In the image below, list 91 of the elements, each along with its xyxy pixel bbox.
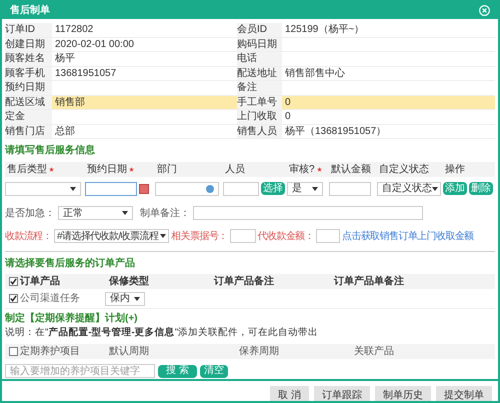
- section-title: 请选择要售后服务的订单产品: [5, 256, 136, 271]
- urgent-label: 是否加急：: [5, 206, 55, 220]
- amount-field[interactable]: [329, 182, 371, 196]
- column-header: 默认周期: [109, 344, 149, 360]
- footer-button[interactable]: 取 消: [270, 386, 309, 401]
- column-header: 订单产品: [20, 274, 60, 289]
- field-value: 总部: [55, 126, 75, 137]
- footer-button[interactable]: 订单跟踪: [314, 386, 370, 401]
- field-label: 购码日期: [237, 38, 282, 51]
- close-icon[interactable]: [479, 5, 490, 16]
- status-select[interactable]: 自定义状态: [377, 182, 441, 196]
- caret-icon: [70, 186, 76, 190]
- field-value: 1172802: [55, 24, 94, 36]
- field-value: 销售部: [55, 96, 85, 108]
- select-value: 正常: [63, 206, 83, 220]
- section-title: 制定【定期保养提醒】计划(+): [5, 311, 138, 326]
- fetch-amount-link[interactable]: 点击获取销售订单上门收取金额: [342, 228, 474, 244]
- field-label: 手工单号: [237, 96, 282, 109]
- receipt-field[interactable]: [230, 229, 256, 243]
- field-label: 销售人员: [237, 124, 282, 138]
- field-label: 创建日期: [5, 38, 52, 51]
- column-header: 默认金额: [331, 162, 371, 177]
- warranty-select[interactable]: 保内: [105, 292, 145, 306]
- note-text: 说明：在"产品配置-型号管理-更多信息"添加关联配件，可在此自动带出: [5, 326, 320, 340]
- column-header: 部门: [157, 162, 177, 177]
- select-value: #请选择代收款/收票流程: [57, 230, 158, 244]
- select-value: 保内: [110, 292, 130, 306]
- product-name: 公司渠道任务: [20, 292, 80, 306]
- payment-flow-select[interactable]: #请选择代收款/收票流程: [54, 229, 170, 243]
- field-value: 125199（杨平~）: [285, 24, 364, 36]
- column-header: 保修类型: [109, 274, 149, 289]
- field-label: 预约日期: [5, 81, 52, 94]
- caret-icon: [432, 186, 438, 190]
- column-header: 操作: [445, 163, 465, 177]
- field-label: 配送区域: [5, 96, 52, 109]
- field-value: 杨平（13681951057）: [285, 126, 386, 137]
- required-star-icon: [316, 167, 322, 172]
- checkbox[interactable]: [9, 277, 18, 286]
- column-header: 定期养护项目: [20, 344, 80, 360]
- field-label: 电话: [237, 52, 282, 66]
- caret-icon: [134, 296, 140, 300]
- field-value: 杨平: [55, 53, 75, 64]
- select-value: 是: [292, 182, 302, 196]
- field-label: 顾客姓名: [5, 52, 52, 66]
- footer-button[interactable]: 提交制单: [436, 386, 492, 401]
- caret-icon: [122, 211, 128, 215]
- field-label: 上门收取: [237, 110, 282, 124]
- field-label: 定金: [5, 110, 52, 124]
- payment-flow-label: 收款流程：: [5, 230, 52, 244]
- field-label: 配送地址: [237, 66, 282, 80]
- column-header: 预约日期: [87, 162, 127, 177]
- collect-amount-field[interactable]: [316, 229, 340, 243]
- field-label: 备注: [237, 81, 282, 94]
- field-label: 销售门店: [5, 124, 52, 138]
- footer-button[interactable]: 制单历史: [375, 386, 431, 401]
- caret-icon: [160, 234, 166, 238]
- column-header: 关联产品: [354, 344, 394, 360]
- column-header: 人员: [225, 163, 245, 177]
- field-value: 13681951057: [55, 68, 116, 79]
- column-header: 保养周期: [239, 344, 279, 360]
- urgency-select[interactable]: 正常: [58, 206, 133, 220]
- remark-label: 制单备注：: [140, 206, 190, 220]
- column-header: 自定义状态: [379, 162, 429, 177]
- field-label: 订单ID: [5, 23, 52, 36]
- field-value: 2020-02-01 00:00: [55, 38, 134, 50]
- field-value: 0: [285, 96, 291, 108]
- remark-field[interactable]: [193, 206, 423, 220]
- staff-field[interactable]: [223, 182, 259, 196]
- field-label: 顾客手机: [5, 66, 52, 80]
- audit-select[interactable]: 是: [287, 182, 323, 196]
- select-value: 自定义状态: [382, 182, 432, 196]
- window-title: 售后制单: [10, 4, 50, 18]
- type-select[interactable]: [5, 182, 81, 196]
- caret-icon: [312, 186, 318, 190]
- field-value: 销售部售中心: [285, 68, 345, 79]
- search-field[interactable]: 输入要增加的养护项目关键字: [5, 364, 155, 378]
- receipt-label: 相关票据号：: [171, 230, 228, 244]
- section-title: 请填写售后服务信息: [5, 144, 96, 158]
- field-value: 0: [285, 111, 291, 122]
- column-header: 售后类型: [7, 162, 47, 177]
- column-header: 订单产品单备注: [334, 274, 404, 289]
- required-star-icon: [129, 167, 134, 172]
- amount-label: 代收款金额：: [258, 230, 314, 244]
- checkbox[interactable]: [9, 347, 18, 356]
- checkbox[interactable]: [9, 294, 18, 303]
- field-label: 会员ID: [237, 23, 282, 36]
- column-header: 审核?: [289, 162, 315, 177]
- date-field[interactable]: [85, 182, 137, 196]
- column-header: 订单产品备注: [214, 274, 274, 289]
- required-star-icon: [49, 167, 54, 172]
- department-field[interactable]: [155, 182, 219, 196]
